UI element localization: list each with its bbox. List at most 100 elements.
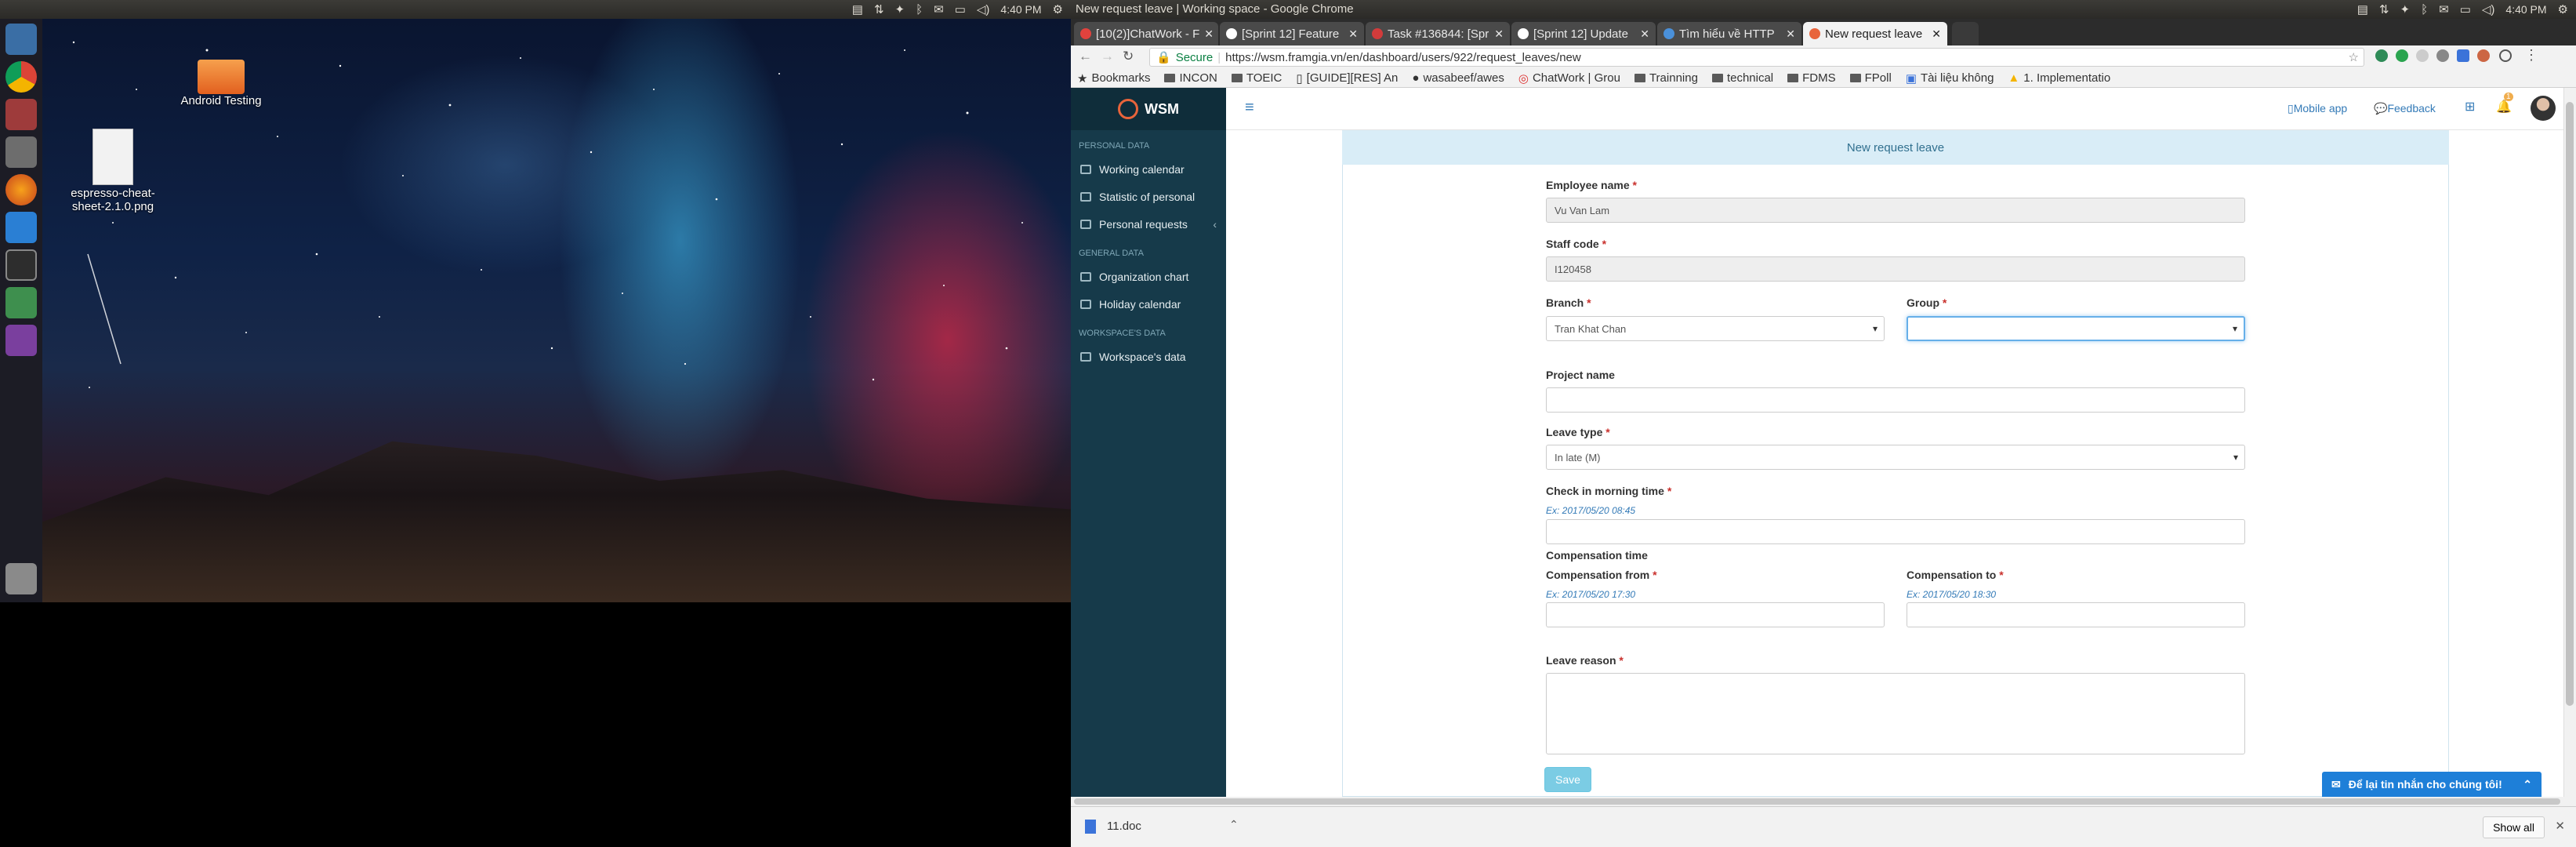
- bookmark-item[interactable]: ● wasabeef/awes: [1412, 71, 1504, 85]
- sidebar-item-statistic[interactable]: Statistic of personal: [1071, 183, 1226, 210]
- bookmark-item[interactable]: INCON: [1164, 71, 1217, 85]
- leave-reason-textarea[interactable]: [1546, 673, 2245, 754]
- bookmark-item[interactable]: TOEIC: [1231, 71, 1282, 85]
- sidebar-item-workspace-data[interactable]: Workspace's data: [1071, 343, 1226, 370]
- dash-home-icon[interactable]: [5, 24, 37, 55]
- chat-widget[interactable]: ✉ Để lại tin nhắn cho chúng tôi! ⌃: [2322, 772, 2542, 797]
- show-all-button[interactable]: Show all: [2483, 816, 2545, 838]
- chat-icon[interactable]: ✦: [895, 2, 905, 16]
- extension-icon[interactable]: [2396, 49, 2408, 62]
- volume-icon[interactable]: ◁): [2482, 2, 2495, 16]
- bookmark-item[interactable]: FDMS: [1787, 71, 1836, 85]
- sitemap-icon[interactable]: ⊞: [2465, 99, 2475, 115]
- sidebar-item-personal-requests[interactable]: Personal requests ‹: [1071, 210, 1226, 238]
- settings-icon[interactable]: ⚙: [2558, 2, 2568, 16]
- avatar[interactable]: [2531, 96, 2556, 121]
- comp-to-input[interactable]: [1907, 602, 2245, 627]
- group-select[interactable]: [1907, 316, 2245, 341]
- tab-chatwork[interactable]: [10(2)]ChatWork - F ✕: [1074, 22, 1218, 45]
- bookmark-item[interactable]: ◎ ChatWork | Grou: [1518, 71, 1620, 85]
- files-icon[interactable]: [5, 99, 37, 130]
- project-name-input[interactable]: [1546, 387, 2245, 413]
- reload-icon[interactable]: ↻: [1123, 49, 1134, 64]
- bookmark-item[interactable]: ★ Bookmarks: [1077, 71, 1150, 85]
- back-icon[interactable]: ←: [1079, 49, 1092, 64]
- desktop-icon-label[interactable]: Android Testing: [157, 94, 285, 107]
- chrome-menu-icon[interactable]: ⋮: [2524, 47, 2538, 64]
- bell-icon[interactable]: 🔔: [2496, 99, 2512, 115]
- sidebar-item-organization-chart[interactable]: Organization chart: [1071, 263, 1226, 290]
- employee-name-field[interactable]: Vu Van Lam: [1546, 198, 2245, 223]
- tab-new-request-leave[interactable]: New request leave ✕: [1803, 22, 1947, 45]
- bookmark-item[interactable]: technical: [1711, 71, 1773, 85]
- bookmark-item[interactable]: ▲ 1. Implementatio: [2008, 71, 2110, 85]
- network-icon[interactable]: ⇅: [874, 2, 884, 16]
- close-icon[interactable]: ✕: [2555, 819, 2565, 833]
- left-clock[interactable]: 4:40 PM: [1000, 3, 1041, 16]
- sidebar-item-holiday-calendar[interactable]: Holiday calendar: [1071, 290, 1226, 318]
- tab-task[interactable]: Task #136844: [Spr ✕: [1366, 22, 1510, 45]
- horizontal-scrollbar-thumb[interactable]: [1074, 798, 2560, 805]
- clock-extension-icon[interactable]: [2499, 49, 2512, 62]
- bookmark-item[interactable]: ▣ Tài liệu không: [1906, 71, 1994, 85]
- bookmark-item[interactable]: FPoll: [1849, 71, 1892, 85]
- download-file-name[interactable]: 11.doc: [1107, 820, 1141, 833]
- close-icon[interactable]: ✕: [1494, 27, 1504, 41]
- menu-icon[interactable]: ▤: [852, 2, 863, 16]
- chrome-icon[interactable]: [5, 61, 37, 93]
- close-icon[interactable]: ✕: [1786, 27, 1795, 41]
- settings-icon[interactable]: ⚙: [1053, 2, 1063, 16]
- check-in-input[interactable]: [1546, 519, 2245, 544]
- menu-icon[interactable]: ▤: [2357, 2, 2368, 16]
- mail-icon[interactable]: ✉: [2439, 2, 2449, 16]
- new-tab-button[interactable]: [1952, 22, 1979, 45]
- image-file-icon[interactable]: [93, 129, 133, 185]
- extension-icon[interactable]: [2416, 49, 2429, 62]
- star-icon[interactable]: ☆: [2349, 50, 2359, 64]
- staff-code-field[interactable]: I120458: [1546, 256, 2245, 282]
- messenger-icon[interactable]: [5, 212, 37, 243]
- bookmark-item[interactable]: Trainning: [1634, 71, 1698, 85]
- close-icon[interactable]: ✕: [1348, 27, 1358, 41]
- tab-sprint-update[interactable]: [Sprint 12] Update ✕: [1511, 22, 1656, 45]
- extension-icon[interactable]: [2436, 49, 2449, 62]
- desktop-icon-label[interactable]: espresso-cheat-sheet-2.1.0.png: [60, 187, 166, 213]
- volume-icon[interactable]: ◁): [977, 2, 990, 16]
- leave-type-select[interactable]: In late (M): [1546, 445, 2245, 470]
- brand-header[interactable]: WSM: [1071, 88, 1226, 130]
- mobile-app-link[interactable]: ▯Mobile app: [2288, 102, 2347, 115]
- android-studio-icon[interactable]: [5, 287, 37, 318]
- chevron-up-icon[interactable]: ⌃: [2523, 778, 2532, 791]
- battery-icon[interactable]: ▭: [2460, 2, 2471, 16]
- close-icon[interactable]: ✕: [1204, 27, 1214, 41]
- tab-http[interactable]: Tìm hiểu về HTTP ✕: [1657, 22, 1801, 45]
- forward-icon[interactable]: →: [1101, 49, 1114, 64]
- trash-icon[interactable]: [5, 563, 37, 594]
- extension-icon[interactable]: [2375, 49, 2388, 62]
- right-clock[interactable]: 4:40 PM: [2505, 3, 2546, 16]
- battery-icon[interactable]: ▭: [955, 2, 966, 16]
- address-bar[interactable]: 🔒 Secure | https://wsm.framgia.vn/en/das…: [1149, 48, 2364, 67]
- chevron-up-icon[interactable]: ⌃: [1229, 818, 1239, 831]
- comp-from-input[interactable]: [1546, 602, 1885, 627]
- close-icon[interactable]: ✕: [1932, 27, 1941, 41]
- save-button[interactable]: Save: [1544, 767, 1591, 792]
- extension-icon[interactable]: [2477, 49, 2490, 62]
- system-settings-icon[interactable]: [5, 136, 37, 168]
- sidebar-item-working-calendar[interactable]: Working calendar: [1071, 155, 1226, 183]
- firefox-icon[interactable]: [5, 174, 37, 205]
- close-icon[interactable]: ✕: [1640, 27, 1649, 41]
- url-text[interactable]: https://wsm.framgia.vn/en/dashboard/user…: [1225, 51, 1581, 64]
- bluetooth-icon[interactable]: ᛒ: [916, 3, 923, 16]
- branch-select[interactable]: Tran Khat Chan: [1546, 316, 1885, 341]
- scrollbar-thumb[interactable]: [2566, 102, 2574, 706]
- extension-icon[interactable]: [2457, 49, 2469, 62]
- terminal-icon[interactable]: [5, 249, 37, 281]
- bluetooth-icon[interactable]: ᛒ: [2421, 3, 2428, 16]
- chat-icon[interactable]: ✦: [2400, 2, 2411, 16]
- workspace-switcher-icon[interactable]: [5, 325, 37, 356]
- hamburger-menu-icon[interactable]: ≡: [1245, 99, 1254, 117]
- network-icon[interactable]: ⇅: [2379, 2, 2389, 16]
- bookmark-item[interactable]: ▯ [GUIDE][RES] An: [1296, 71, 1398, 85]
- mail-icon[interactable]: ✉: [934, 2, 944, 16]
